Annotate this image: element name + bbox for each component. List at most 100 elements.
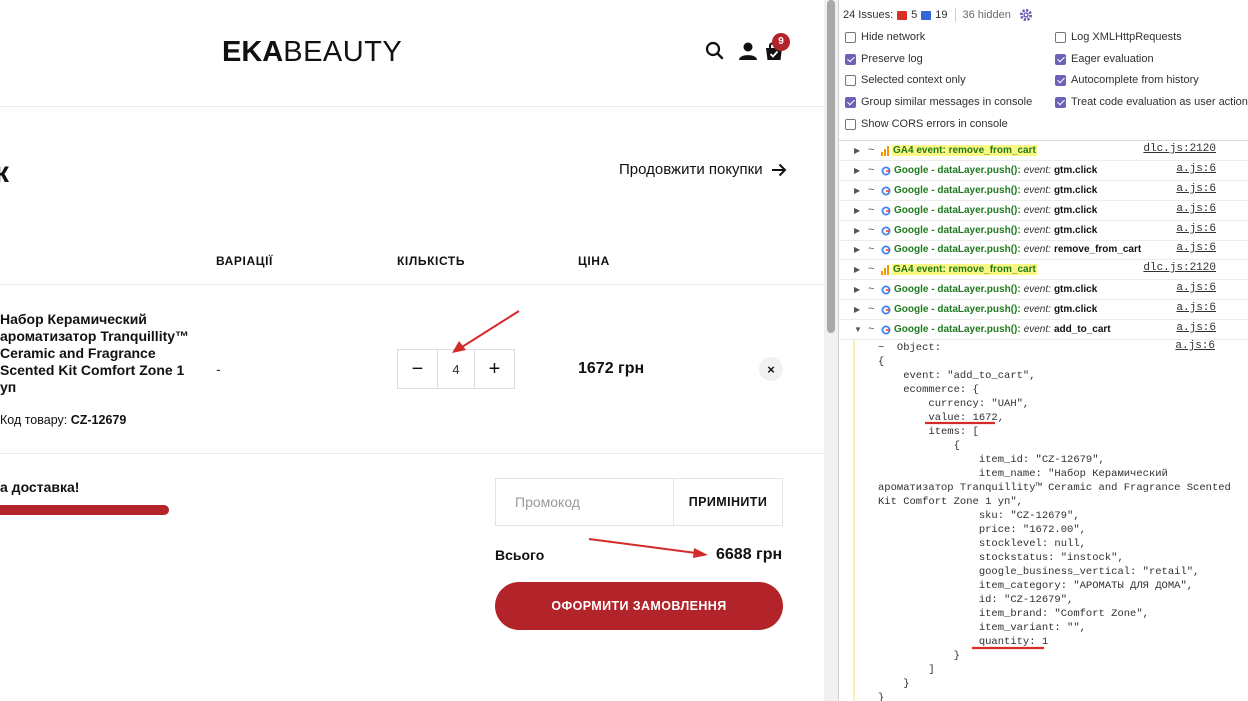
option-checkbox[interactable] — [1055, 31, 1066, 43]
log-source-link[interactable]: a.js:6 — [1176, 203, 1216, 215]
checkout-button[interactable]: ОФОРМИТИ ЗАМОВЛЕННЯ — [495, 582, 783, 630]
quantity-decrease-button[interactable]: − — [398, 350, 437, 388]
google-icon — [881, 325, 891, 334]
log-entry[interactable]: ▶ ~ Google - dataLayer.push(): event: remov… — [839, 240, 1248, 260]
option-label: Treat code evaluation as user action — [1071, 96, 1248, 108]
event-key: event: — [1023, 225, 1051, 236]
log-entry[interactable]: ▶ ~ Google - dataLayer.push(): event: gtm.c… — [839, 161, 1248, 181]
log-source-link[interactable]: a.js:6 — [1176, 282, 1216, 294]
object-source-link[interactable]: a.js:6 — [1175, 340, 1215, 352]
account-icon[interactable] — [737, 40, 759, 62]
log-source-link[interactable]: a.js:6 — [1176, 163, 1216, 175]
product-price: 1672 грн — [578, 360, 645, 377]
total-value: 6688 грн — [716, 546, 783, 563]
expand-triangle-icon[interactable]: ▶ — [854, 305, 860, 314]
object-line: item_variant: "", — [878, 622, 1086, 634]
column-header-quantity: КІЛЬКІСТЬ — [397, 254, 466, 268]
option-label: Autocomplete from history — [1071, 74, 1199, 86]
log-tilde: ~ — [868, 204, 875, 216]
expand-triangle-icon[interactable]: ▶ — [854, 245, 860, 254]
issues-summary[interactable]: 24 Issues: 5 19 36 hidden — [843, 8, 1033, 22]
quantity-increase-button[interactable]: + — [475, 350, 514, 388]
log-source-link[interactable]: a.js:6 — [1176, 242, 1216, 254]
site-logo[interactable]: EKABEAUTY — [222, 36, 402, 69]
expand-triangle-icon[interactable]: ▶ — [854, 146, 860, 155]
option-checkbox[interactable] — [1055, 53, 1066, 65]
log-entry[interactable]: ▶ ~ Google - dataLayer.push(): event: gtm.c… — [839, 201, 1248, 221]
option-eager-evaluation[interactable]: Eager evaluation — [1055, 53, 1154, 65]
option-show-cors-errors[interactable]: Show CORS errors in console — [845, 118, 1008, 130]
option-autocomplete-from-history[interactable]: Autocomplete from history — [1055, 74, 1199, 86]
product-variation: - — [216, 361, 221, 377]
continue-shopping-link[interactable]: Продовжити покупки — [619, 161, 787, 178]
option-checkbox[interactable] — [845, 118, 856, 130]
errors-count: 5 — [911, 9, 918, 21]
log-entry-expanded[interactable]: ▼ ~ Google - dataLayer.push(): event: add_t… — [839, 320, 1248, 340]
log-tilde: ~ — [868, 263, 875, 275]
expand-triangle-icon[interactable]: ▶ — [854, 226, 860, 235]
page-scrollbar[interactable] — [824, 0, 838, 701]
expand-triangle-icon[interactable]: ▶ — [854, 265, 860, 274]
quantity-stepper: − 4 + — [397, 349, 515, 389]
option-hide-network[interactable]: Hide network — [845, 31, 925, 43]
devtools-console: 24 Issues: 5 19 36 hidden Hide network L… — [838, 0, 1248, 701]
option-checkbox[interactable] — [845, 31, 856, 43]
option-checkbox[interactable] — [845, 96, 856, 108]
gear-icon[interactable] — [1019, 8, 1033, 22]
datalayer-push-text: Google - dataLayer.push(): — [894, 324, 1021, 335]
object-line: value: 1672, — [878, 412, 1005, 424]
expand-triangle-icon[interactable]: ▶ — [854, 166, 860, 175]
option-label: Log XMLHttpRequests — [1071, 31, 1182, 43]
log-source-link[interactable]: a.js:6 — [1176, 322, 1216, 334]
event-value: add_to_cart — [1053, 324, 1111, 335]
option-treat-code-evaluation[interactable]: Treat code evaluation as user action — [1055, 96, 1248, 108]
log-entry[interactable]: ▶ ~ Google - dataLayer.push(): event: gtm.c… — [839, 280, 1248, 300]
option-checkbox[interactable] — [1055, 74, 1066, 86]
log-message: Google - dataLayer.push(): event: remove_f… — [881, 244, 1141, 255]
log-entry[interactable]: ▶ ~ Google - dataLayer.push(): event: gtm.c… — [839, 300, 1248, 320]
search-icon[interactable] — [704, 40, 726, 62]
product-name[interactable]: Набор Керамический ароматизатор Tranquil… — [0, 311, 190, 396]
log-message: Google - dataLayer.push(): event: gtm.clic… — [881, 225, 1097, 236]
log-entry[interactable]: ▶ ~ Google - dataLayer.push(): event: gtm.c… — [839, 221, 1248, 241]
option-log-xmlhttprequests[interactable]: Log XMLHttpRequests — [1055, 31, 1182, 43]
expand-triangle-icon[interactable]: ▶ — [854, 285, 860, 294]
total-label: Всього — [495, 547, 545, 563]
remove-item-button[interactable]: × — [759, 357, 783, 381]
log-source-link[interactable]: dlc.js:2120 — [1143, 262, 1216, 274]
promo-code-input[interactable] — [496, 479, 674, 525]
expand-triangle-icon[interactable]: ▶ — [854, 186, 860, 195]
option-label: Show CORS errors in console — [861, 118, 1008, 130]
free-shipping-text: а доставка! — [0, 479, 80, 495]
option-checkbox[interactable] — [845, 74, 856, 86]
option-checkbox[interactable] — [845, 53, 856, 65]
log-entry[interactable]: ▶ ~ GA4 event: remove_from_cart dlc.js:21… — [839, 260, 1248, 280]
scrollbar-thumb[interactable] — [827, 0, 835, 333]
log-entry[interactable]: ▶ ~ Google - dataLayer.push(): event: gtm.c… — [839, 181, 1248, 201]
log-tilde: ~ — [868, 283, 875, 295]
log-entry[interactable]: ▶ ~ GA4 event: remove_from_cart dlc.js:21… — [839, 141, 1248, 161]
option-preserve-log[interactable]: Preserve log — [845, 53, 923, 65]
log-message: Google - dataLayer.push(): event: gtm.clic… — [881, 205, 1097, 216]
event-key: event: — [1023, 324, 1051, 335]
log-source-link[interactable]: a.js:6 — [1176, 183, 1216, 195]
object-line: stockstatus: "instock", — [878, 552, 1124, 564]
log-source-link[interactable]: a.js:6 — [1176, 302, 1216, 314]
log-source-link[interactable]: a.js:6 — [1176, 223, 1216, 235]
datalayer-push-text: Google - dataLayer.push(): — [894, 165, 1021, 176]
option-checkbox[interactable] — [1055, 96, 1066, 108]
product-code-label: Код товару: — [0, 413, 68, 427]
event-key: event: — [1023, 304, 1051, 315]
apply-promo-button[interactable]: ПРИМІНИТИ — [674, 479, 782, 525]
event-key: event: — [1023, 244, 1051, 255]
collapse-triangle-icon[interactable]: ▼ — [854, 325, 862, 334]
hidden-count: 36 hidden — [962, 9, 1011, 21]
log-source-link[interactable]: dlc.js:2120 — [1143, 143, 1216, 155]
option-selected-context-only[interactable]: Selected context only — [845, 74, 966, 86]
option-group-similar-messages[interactable]: Group similar messages in console — [845, 96, 1032, 108]
quantity-value[interactable]: 4 — [437, 350, 475, 388]
product-code-value: CZ-12679 — [70, 413, 127, 427]
object-line: Kit Comfort Zone 1 уп", — [878, 496, 1023, 508]
expand-triangle-icon[interactable]: ▶ — [854, 206, 860, 215]
continue-shopping-label: Продовжити покупки — [619, 161, 763, 178]
